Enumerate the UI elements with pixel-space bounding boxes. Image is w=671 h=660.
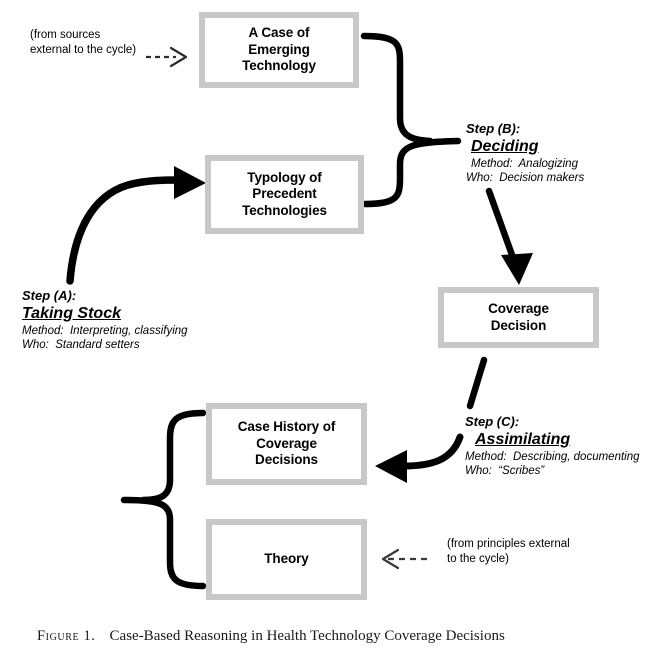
- node-label: A Case of Emerging Technology: [242, 25, 316, 74]
- node-theory: Theory: [206, 519, 367, 600]
- node-coverage-decision: Coverage Decision: [438, 287, 599, 348]
- node-typology-of-precedent-technologies: Typology of Precedent Technologies: [205, 155, 364, 234]
- node-label: Theory: [264, 551, 309, 567]
- step-c-name: Assimilating: [475, 431, 571, 448]
- step-c-head: Step (C):: [465, 414, 520, 429]
- note-external-principles: (from principles external to the cycle): [447, 538, 570, 565]
- step-a-head: Step (A):: [22, 288, 77, 303]
- step-a-who: Who: Standard setters: [22, 339, 140, 351]
- step-b-head: Step (B):: [466, 121, 521, 136]
- step-a-name: Taking Stock: [22, 305, 121, 322]
- brace-left-icon: [120, 409, 207, 590]
- note-external-sources: (from sources external to the cycle): [30, 29, 137, 56]
- node-case-history-of-coverage-decisions: Case History of Coverage Decisions: [206, 403, 367, 485]
- arrow-left-curved-icon: [375, 433, 464, 483]
- arrow-up-curved-icon: [66, 166, 206, 285]
- step-c-annotation: Step (C): Assimilating Method: Describin…: [465, 414, 640, 478]
- node-label: Case History of Coverage Decisions: [237, 419, 336, 468]
- step-a-method: Method: Interpreting, classifying: [22, 325, 188, 337]
- dashed-arrow-left-icon: [381, 548, 432, 570]
- step-c-who: Who: “Scribes”: [465, 465, 545, 477]
- step-b-who: Who: Decision makers: [466, 172, 585, 184]
- brace-right-icon: [360, 32, 462, 208]
- connector-coverage-to-step-c: [466, 356, 488, 410]
- node-label: Coverage Decision: [488, 301, 549, 333]
- figure-diagram: A Case of Emerging Technology Typology o…: [0, 0, 671, 660]
- step-b-method: Method: Analogizing: [471, 158, 578, 170]
- figure-caption-label: Figure 1.: [37, 628, 96, 644]
- node-a-case-of-emerging-technology: A Case of Emerging Technology: [199, 12, 359, 88]
- dashed-arrow-right-icon: [146, 46, 188, 68]
- step-c-method: Method: Describing, documenting: [465, 451, 640, 463]
- figure-caption-text: Case-Based Reasoning in Health Technolog…: [109, 628, 505, 644]
- arrow-down-icon: [485, 187, 533, 285]
- figure-caption: Figure 1. Case-Based Reasoning in Health …: [37, 626, 657, 646]
- step-b-annotation: Step (B): Deciding Method: Analogizing W…: [466, 121, 584, 185]
- node-label: Typology of Precedent Technologies: [242, 169, 327, 218]
- step-b-name: Deciding: [471, 138, 539, 155]
- step-a-annotation: Step (A): Taking Stock Method: Interpret…: [22, 288, 188, 352]
